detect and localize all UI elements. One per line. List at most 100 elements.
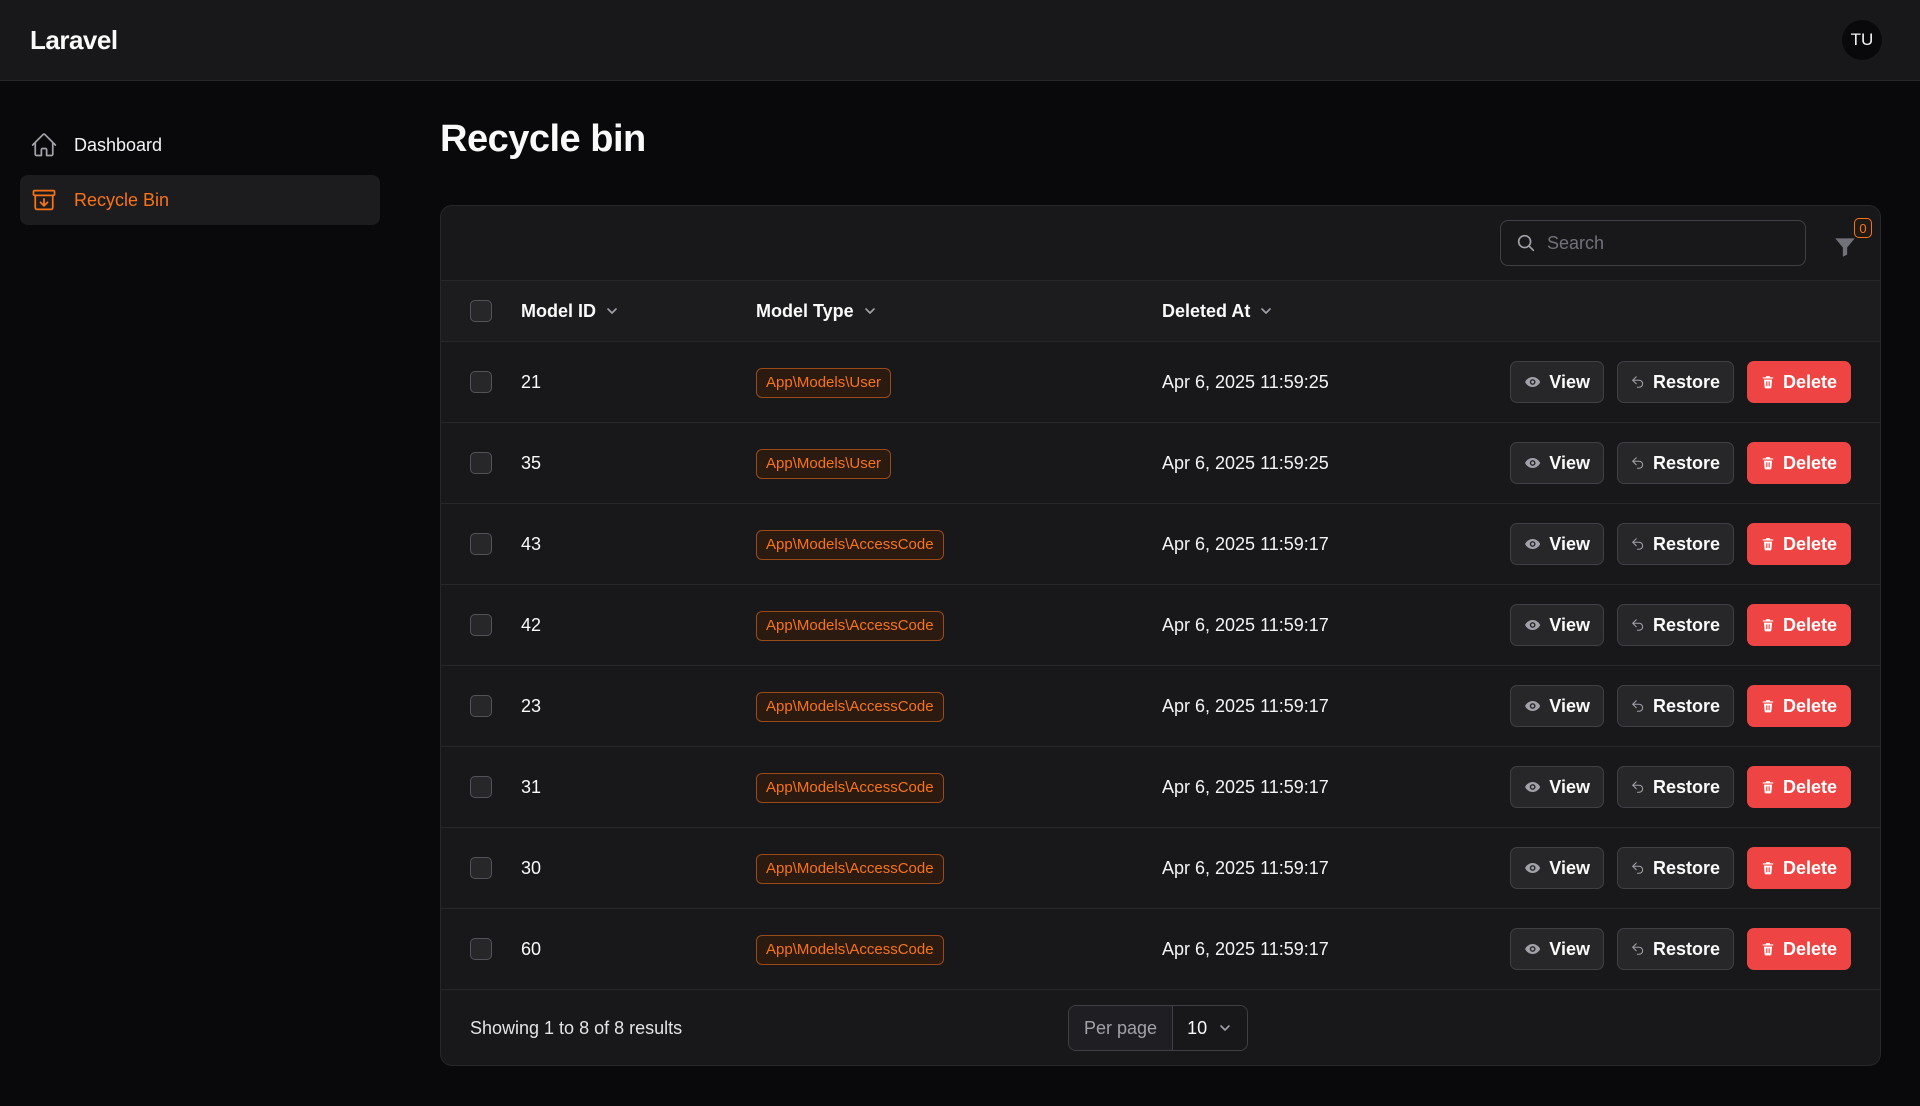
trash-icon (1762, 538, 1774, 551)
sidebar-item-dashboard[interactable]: Dashboard (20, 120, 380, 170)
model-type-badge: App\Models\AccessCode (756, 692, 944, 722)
deleted-at-cell: Apr 6, 2025 11:59:17 (1162, 939, 1329, 959)
table-row: 43 App\Models\AccessCode Apr 6, 2025 11:… (441, 504, 1880, 585)
view-button[interactable]: View (1510, 928, 1604, 970)
delete-button[interactable]: Delete (1747, 604, 1851, 646)
restore-button[interactable]: Restore (1617, 766, 1734, 808)
search-icon (1517, 234, 1535, 252)
model-type-badge: App\Models\AccessCode (756, 611, 944, 641)
view-button[interactable]: View (1510, 523, 1604, 565)
table-row: 21 App\Models\User Apr 6, 2025 11:59:25 … (441, 342, 1880, 423)
deleted-at-cell: Apr 6, 2025 11:59:17 (1162, 615, 1329, 635)
undo-arrow-icon (1632, 457, 1644, 469)
restore-button[interactable]: Restore (1617, 604, 1734, 646)
delete-button[interactable]: Delete (1747, 847, 1851, 889)
delete-button[interactable]: Delete (1747, 928, 1851, 970)
chevron-down-icon (864, 308, 875, 314)
search-input[interactable] (1547, 232, 1787, 254)
restore-button[interactable]: Restore (1617, 442, 1734, 484)
funnel-icon (1835, 238, 1855, 257)
deleted-at-cell: Apr 6, 2025 11:59:25 (1162, 453, 1329, 473)
undo-arrow-icon (1632, 619, 1644, 631)
row-checkbox[interactable] (470, 776, 492, 798)
brand-logo[interactable]: Laravel (30, 25, 118, 56)
row-actions: View Restore Delete (1497, 523, 1851, 565)
filter-button[interactable]: 0 (1832, 218, 1872, 262)
row-actions: View Restore Delete (1497, 361, 1851, 403)
model-type-badge: App\Models\AccessCode (756, 773, 944, 803)
table-row: 30 App\Models\AccessCode Apr 6, 2025 11:… (441, 828, 1880, 909)
trash-icon (1762, 862, 1774, 875)
row-actions: View Restore Delete (1497, 928, 1851, 970)
table-footer: Showing 1 to 8 of 8 results Per page 10 (441, 990, 1880, 1065)
delete-button[interactable]: Delete (1747, 685, 1851, 727)
deleted-at-cell: Apr 6, 2025 11:59:17 (1162, 534, 1329, 554)
chevron-down-icon (1261, 308, 1272, 314)
column-header-deleted-at[interactable]: Deleted At (1162, 301, 1274, 322)
per-page-select[interactable]: 10 (1173, 1006, 1248, 1050)
per-page-control: Per page 10 (1068, 1005, 1249, 1051)
view-button[interactable]: View (1510, 685, 1604, 727)
column-header-model-type[interactable]: Model Type (756, 301, 878, 322)
model-id-cell: 30 (521, 858, 542, 878)
delete-button[interactable]: Delete (1747, 523, 1851, 565)
per-page-label: Per page (1069, 1006, 1174, 1050)
row-actions: View Restore Delete (1497, 604, 1851, 646)
model-type-badge: App\Models\User (756, 368, 892, 398)
row-checkbox[interactable] (470, 857, 492, 879)
table-body: 21 App\Models\User Apr 6, 2025 11:59:25 … (441, 342, 1880, 990)
row-checkbox[interactable] (470, 533, 492, 555)
sidebar: Dashboard Recycle Bin (20, 120, 380, 230)
view-button[interactable]: View (1510, 604, 1604, 646)
view-button[interactable]: View (1510, 361, 1604, 403)
delete-button[interactable]: Delete (1747, 442, 1851, 484)
delete-button[interactable]: Delete (1747, 361, 1851, 403)
eye-icon (1525, 538, 1541, 550)
model-id-cell: 43 (521, 534, 542, 554)
home-icon (31, 133, 57, 157)
user-avatar[interactable]: TU (1842, 20, 1882, 60)
restore-button[interactable]: Restore (1617, 928, 1734, 970)
row-actions: View Restore Delete (1497, 685, 1851, 727)
eye-icon (1525, 943, 1541, 955)
results-summary: Showing 1 to 8 of 8 results (470, 1018, 683, 1038)
restore-button[interactable]: Restore (1617, 685, 1734, 727)
row-actions: View Restore Delete (1497, 442, 1851, 484)
restore-button[interactable]: Restore (1617, 361, 1734, 403)
row-checkbox[interactable] (470, 695, 492, 717)
delete-button[interactable]: Delete (1747, 766, 1851, 808)
restore-button[interactable]: Restore (1617, 847, 1734, 889)
row-actions: View Restore Delete (1497, 847, 1851, 889)
view-button[interactable]: View (1510, 766, 1604, 808)
model-id-cell: 42 (521, 615, 542, 635)
table-row: 23 App\Models\AccessCode Apr 6, 2025 11:… (441, 666, 1880, 747)
view-button[interactable]: View (1510, 847, 1604, 889)
search-box[interactable] (1500, 220, 1806, 266)
table-row: 31 App\Models\AccessCode Apr 6, 2025 11:… (441, 747, 1880, 828)
column-header-model-id[interactable]: Model ID (521, 301, 620, 322)
row-actions: View Restore Delete (1497, 766, 1851, 808)
sidebar-item-recycle-bin[interactable]: Recycle Bin (20, 175, 380, 225)
row-checkbox[interactable] (470, 371, 492, 393)
page-title: Recycle bin (440, 118, 646, 160)
model-type-badge: App\Models\AccessCode (756, 854, 944, 884)
eye-icon (1525, 700, 1541, 712)
restore-button[interactable]: Restore (1617, 523, 1734, 565)
trash-icon (1762, 700, 1774, 713)
select-all-checkbox[interactable] (470, 300, 492, 322)
trash-icon (1762, 619, 1774, 632)
model-type-badge: App\Models\AccessCode (756, 530, 944, 560)
sidebar-item-label: Dashboard (74, 134, 163, 155)
table-row: 60 App\Models\AccessCode Apr 6, 2025 11:… (441, 909, 1880, 990)
trash-icon (1762, 781, 1774, 794)
undo-arrow-icon (1632, 538, 1644, 550)
row-checkbox[interactable] (470, 452, 492, 474)
row-checkbox[interactable] (470, 938, 492, 960)
model-type-badge: App\Models\AccessCode (756, 935, 944, 965)
trash-icon (1762, 376, 1774, 389)
table-toolbar: 0 (441, 206, 1880, 281)
row-checkbox[interactable] (470, 614, 492, 636)
deleted-at-cell: Apr 6, 2025 11:59:17 (1162, 777, 1329, 797)
view-button[interactable]: View (1510, 442, 1604, 484)
deleted-at-cell: Apr 6, 2025 11:59:17 (1162, 858, 1329, 878)
